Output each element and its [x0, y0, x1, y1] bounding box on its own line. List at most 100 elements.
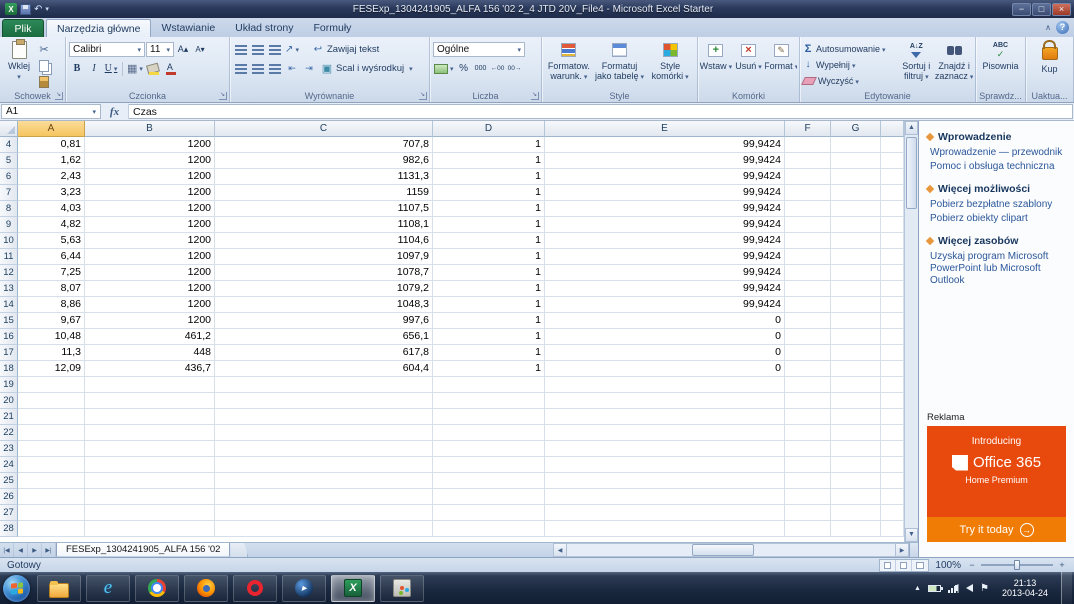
scroll-up-icon[interactable] [905, 121, 918, 135]
column-header-C[interactable]: C [215, 121, 433, 137]
number-dialog-launcher-icon[interactable] [531, 92, 539, 100]
tab-formuły[interactable]: Formuły [304, 18, 362, 37]
cell-E21[interactable] [545, 409, 785, 425]
scroll-left-icon[interactable] [553, 543, 567, 557]
cell-partial-28[interactable] [881, 521, 904, 537]
cell-F20[interactable] [785, 393, 831, 409]
align-bottom-icon[interactable] [267, 42, 283, 58]
cell-C25[interactable] [215, 473, 433, 489]
cell-F15[interactable] [785, 313, 831, 329]
taskbar-clock[interactable]: 21:13 2013-04-24 [996, 578, 1054, 598]
increase-indent-icon[interactable]: ⇥ [301, 61, 317, 77]
cell-D24[interactable] [433, 457, 545, 473]
row-header-26[interactable]: 26 [0, 489, 18, 505]
cell-C27[interactable] [215, 505, 433, 521]
cell-D27[interactable] [433, 505, 545, 521]
zoom-slider-thumb[interactable] [1014, 560, 1020, 570]
cell-A27[interactable] [18, 505, 85, 521]
cell-partial-16[interactable] [881, 329, 904, 345]
tab-wstawianie[interactable]: Wstawianie [151, 18, 225, 37]
volume-icon[interactable] [966, 584, 973, 592]
cell-A17[interactable]: 11,3 [18, 345, 85, 361]
task-pane-link[interactable]: Pobierz bezpłatne szablony [927, 198, 1066, 212]
cell-B12[interactable]: 1200 [85, 265, 215, 281]
row-header-20[interactable]: 20 [0, 393, 18, 409]
cell-A23[interactable] [18, 441, 85, 457]
font-dialog-launcher-icon[interactable] [219, 92, 227, 100]
cell-F16[interactable] [785, 329, 831, 345]
cell-D19[interactable] [433, 377, 545, 393]
cell-D11[interactable]: 1 [433, 249, 545, 265]
cell-F27[interactable] [785, 505, 831, 521]
cell-G21[interactable] [831, 409, 881, 425]
insert-worksheet-tab[interactable] [230, 543, 248, 557]
cell-F17[interactable] [785, 345, 831, 361]
cell-B14[interactable]: 1200 [85, 297, 215, 313]
taskbar-app-opera[interactable] [233, 575, 277, 602]
task-pane-link[interactable]: Pomoc i obsługa techniczna [927, 160, 1066, 174]
underline-button[interactable]: U [103, 61, 119, 77]
fill-button[interactable]: Wypełnij [802, 57, 897, 72]
cell-G10[interactable] [831, 233, 881, 249]
column-header-B[interactable]: B [85, 121, 215, 137]
cell-E22[interactable] [545, 425, 785, 441]
cell-A11[interactable]: 6,44 [18, 249, 85, 265]
cell-F7[interactable] [785, 185, 831, 201]
row-header-4[interactable]: 4 [0, 137, 18, 153]
cell-E28[interactable] [545, 521, 785, 537]
align-middle-icon[interactable] [250, 42, 266, 58]
cell-E26[interactable] [545, 489, 785, 505]
comma-style-button[interactable]: 000 [473, 61, 489, 77]
vertical-scroll-thumb[interactable] [906, 137, 917, 209]
cell-E12[interactable]: 99,9424 [545, 265, 785, 281]
cell-A20[interactable] [18, 393, 85, 409]
cell-G22[interactable] [831, 425, 881, 441]
cell-E23[interactable] [545, 441, 785, 457]
row-header-21[interactable]: 21 [0, 409, 18, 425]
row-header-24[interactable]: 24 [0, 457, 18, 473]
cell-B25[interactable] [85, 473, 215, 489]
cell-partial-10[interactable] [881, 233, 904, 249]
name-box-dropdown-icon[interactable] [92, 108, 96, 116]
row-header-11[interactable]: 11 [0, 249, 18, 265]
cell-D18[interactable]: 1 [433, 361, 545, 377]
office-365-ad[interactable]: Introducing Office 365 Home Premium Try … [927, 426, 1066, 542]
buy-button[interactable]: Kup [1029, 39, 1071, 90]
qat-dropdown-icon[interactable] [45, 5, 49, 13]
autosum-button[interactable]: Autosumowanie [802, 41, 897, 56]
cell-C9[interactable]: 1108,1 [215, 217, 433, 233]
cell-E20[interactable] [545, 393, 785, 409]
cell-F4[interactable] [785, 137, 831, 153]
cell-F19[interactable] [785, 377, 831, 393]
cell-E17[interactable]: 0 [545, 345, 785, 361]
tab-split-handle[interactable] [909, 543, 918, 557]
cell-G25[interactable] [831, 473, 881, 489]
task-pane-link[interactable]: Uzyskaj program Microsoft PowerPoint lub… [927, 250, 1066, 288]
alignment-dialog-launcher-icon[interactable] [419, 92, 427, 100]
spelling-button[interactable]: Pisownia [979, 39, 1023, 90]
cell-E16[interactable]: 0 [545, 329, 785, 345]
normal-view-button[interactable] [880, 560, 896, 571]
font-family-select[interactable]: Calibri [69, 42, 145, 57]
cell-B18[interactable]: 436,7 [85, 361, 215, 377]
cell-B19[interactable] [85, 377, 215, 393]
cell-B15[interactable]: 1200 [85, 313, 215, 329]
orientation-icon[interactable] [284, 42, 300, 58]
align-left-icon[interactable] [233, 61, 249, 77]
font-color-icon[interactable] [162, 61, 178, 77]
cell-A6[interactable]: 2,43 [18, 169, 85, 185]
cell-partial-12[interactable] [881, 265, 904, 281]
column-header-D[interactable]: D [433, 121, 545, 137]
tab-układ-strony[interactable]: Układ strony [225, 18, 303, 37]
percent-style-button[interactable]: % [456, 61, 472, 77]
cell-A14[interactable]: 8,86 [18, 297, 85, 313]
row-header-27[interactable]: 27 [0, 505, 18, 521]
cell-E15[interactable]: 0 [545, 313, 785, 329]
close-button[interactable] [1052, 3, 1071, 16]
row-header-9[interactable]: 9 [0, 217, 18, 233]
cell-A25[interactable] [18, 473, 85, 489]
cell-A21[interactable] [18, 409, 85, 425]
cell-D12[interactable]: 1 [433, 265, 545, 281]
row-header-14[interactable]: 14 [0, 297, 18, 313]
cell-D22[interactable] [433, 425, 545, 441]
